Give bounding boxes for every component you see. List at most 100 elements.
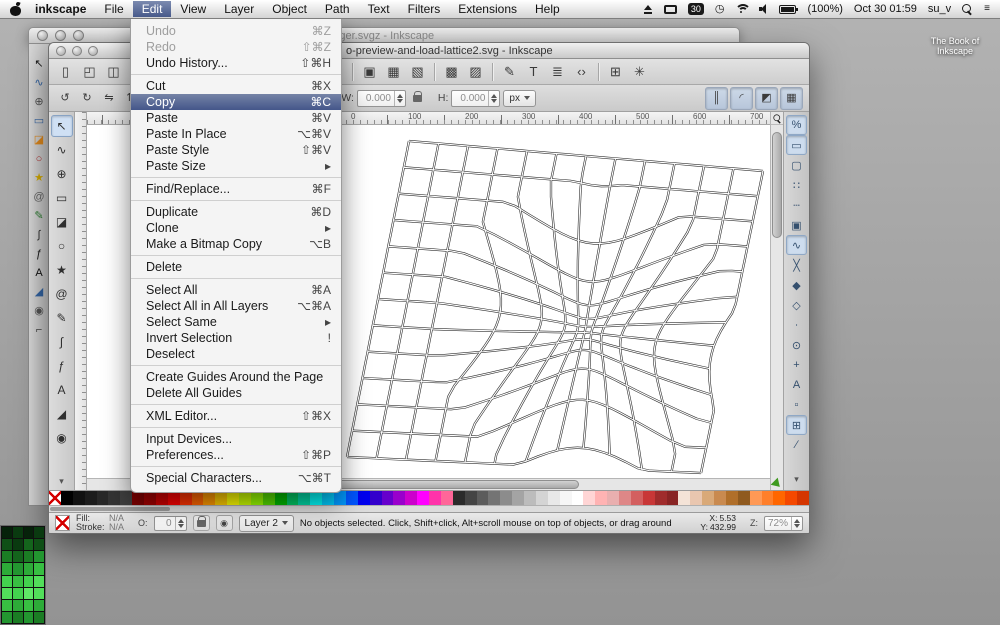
palette-swatch[interactable] (429, 491, 441, 505)
tool-gradient-button[interactable]: ◢ (51, 403, 73, 425)
palette-cell[interactable] (34, 551, 44, 562)
palette-cell[interactable] (24, 612, 34, 623)
menu-item-undo[interactable]: Undo⌘Z (131, 23, 341, 39)
xml-editor-button[interactable]: ‹› (570, 60, 593, 83)
snap-bbox-edge-midpoints-toggle[interactable]: ┄ (786, 195, 807, 215)
menu-item-find-replace[interactable]: Find/Replace...⌘F (131, 181, 341, 197)
palette-swatch[interactable] (512, 491, 524, 505)
tool-rectangle-button[interactable]: ▭ (51, 187, 73, 209)
palette-cell[interactable] (24, 551, 34, 562)
ungroup-button[interactable]: ▨ (464, 60, 487, 83)
back-tool-3dbox-icon[interactable]: ◪ (34, 134, 44, 146)
menu-item-deselect[interactable]: Deselect (131, 346, 341, 362)
menu-item-delete-all-guides[interactable]: Delete All Guides (131, 385, 341, 401)
palette-swatch[interactable] (773, 491, 785, 505)
palette-swatch[interactable] (405, 491, 417, 505)
fill-stroke-indicator[interactable]: Fill: N/A Stroke: N/A (76, 514, 124, 532)
palette-swatch[interactable] (560, 491, 572, 505)
layers-dialog-button[interactable]: ≣ (546, 60, 569, 83)
spotlight-icon[interactable] (962, 4, 973, 15)
menu-item-make-a-bitmap-copy[interactable]: Make a Bitmap Copy⌥B (131, 236, 341, 252)
zoom-input[interactable]: 72% (764, 516, 803, 531)
tool-selector-button[interactable]: ↖ (51, 115, 73, 137)
tool-zoom-button[interactable]: ⊕ (51, 163, 73, 185)
unlink-clone-button[interactable]: ▧ (406, 60, 429, 83)
opacity-input[interactable]: 0 (154, 516, 187, 531)
palette-swatch[interactable] (453, 491, 465, 505)
palette-swatch[interactable] (97, 491, 109, 505)
menu-view[interactable]: View (171, 1, 215, 17)
close-button[interactable] (56, 46, 66, 56)
palette-swatch[interactable] (61, 491, 73, 505)
palette-swatch[interactable] (263, 491, 275, 505)
height-input[interactable]: 0.000 (451, 90, 500, 107)
palette-cell[interactable] (24, 600, 34, 611)
palette-cell[interactable] (13, 563, 23, 574)
opacity-stepper[interactable] (175, 517, 186, 530)
menu-item-paste-size[interactable]: Paste Size▸ (131, 158, 341, 174)
palette-swatch[interactable] (370, 491, 382, 505)
battery-icon[interactable] (779, 5, 796, 14)
fill-stroke-dialog-button[interactable]: ✎ (498, 60, 521, 83)
palette-swatch[interactable] (678, 491, 690, 505)
snap-enable-toggle[interactable]: % (786, 115, 807, 135)
palette-cell[interactable] (34, 612, 44, 623)
palette-swatch[interactable] (548, 491, 560, 505)
snap-bounding-box-toggle[interactable]: ▭ (786, 135, 807, 155)
palette-swatch[interactable] (358, 491, 370, 505)
menu-edit[interactable]: Edit (133, 1, 172, 17)
palette-swatch[interactable] (156, 491, 168, 505)
palette-cell[interactable] (13, 539, 23, 550)
menu-item-special-characters[interactable]: Special Characters...⌥⌘T (131, 470, 341, 486)
palette-scrollbar-thumb[interactable] (50, 507, 170, 511)
snap-page-border-toggle[interactable]: ▫ (786, 395, 807, 415)
align-distribute-dialog-button[interactable]: ⊞ (604, 60, 627, 83)
display-icon[interactable] (664, 5, 677, 14)
palette-cell[interactable] (13, 527, 23, 538)
menu-item-undo-history[interactable]: Undo History...⇧⌘H (131, 55, 341, 71)
tool-calligraphy-button[interactable]: ƒ (51, 355, 73, 377)
back-tool-star-icon[interactable]: ★ (34, 172, 44, 184)
layer-lock-toggle[interactable] (193, 515, 210, 531)
palette-swatch[interactable] (251, 491, 263, 505)
transform-corners-toggle[interactable]: ◜ (730, 87, 753, 110)
palette-cell[interactable] (13, 600, 23, 611)
snap-bbox-edges-toggle[interactable]: ▢ (786, 155, 807, 175)
menu-item-preferences[interactable]: Preferences...⇧⌘P (131, 447, 341, 463)
palette-cell[interactable] (2, 563, 12, 574)
palette-cell[interactable] (2, 600, 12, 611)
app-menu-title[interactable]: inkscape (26, 2, 95, 16)
palette-swatch[interactable] (322, 491, 334, 505)
palette-swatch[interactable] (595, 491, 607, 505)
palette-swatch-none[interactable] (49, 491, 61, 505)
snap-bbox-centers-toggle[interactable]: ▣ (786, 215, 807, 235)
palette-cell[interactable] (13, 588, 23, 599)
palette-swatch[interactable] (762, 491, 774, 505)
palette-swatch[interactable] (203, 491, 215, 505)
back-tool-bezier-pen-icon[interactable]: ∫ (37, 229, 40, 241)
palette-cell[interactable] (34, 600, 44, 611)
fast-user-switching[interactable]: su_v (928, 3, 951, 15)
minimize-button[interactable] (55, 30, 66, 41)
palette-swatch[interactable] (108, 491, 120, 505)
volume-icon[interactable] (759, 4, 768, 14)
close-button[interactable] (37, 30, 48, 41)
palette-swatch[interactable] (298, 491, 310, 505)
menu-item-redo[interactable]: Redo⇧⌘Z (131, 39, 341, 55)
palette-swatch[interactable] (583, 491, 595, 505)
tool-text-button[interactable]: A (51, 379, 73, 401)
horizontal-scrollbar-thumb[interactable] (319, 480, 579, 489)
menu-path[interactable]: Path (316, 1, 359, 17)
back-tool-pencil-icon[interactable]: ✎ (34, 210, 43, 222)
palette-cell[interactable] (34, 527, 44, 538)
rotate-ccw-button[interactable]: ↺ (55, 88, 75, 108)
transform-stroke-toggle[interactable]: ║ (705, 87, 728, 110)
palette-swatch[interactable] (702, 491, 714, 505)
document-save-button[interactable]: ◫ (102, 60, 125, 83)
tool-ellipse-button[interactable]: ○ (51, 235, 73, 257)
snap-object-centers-toggle[interactable]: ⊙ (786, 335, 807, 355)
snap-path-intersections-toggle[interactable]: ╳ (786, 255, 807, 275)
palette-cell[interactable] (13, 551, 23, 562)
palette-swatch[interactable] (192, 491, 204, 505)
menu-item-select-same[interactable]: Select Same▸ (131, 314, 341, 330)
